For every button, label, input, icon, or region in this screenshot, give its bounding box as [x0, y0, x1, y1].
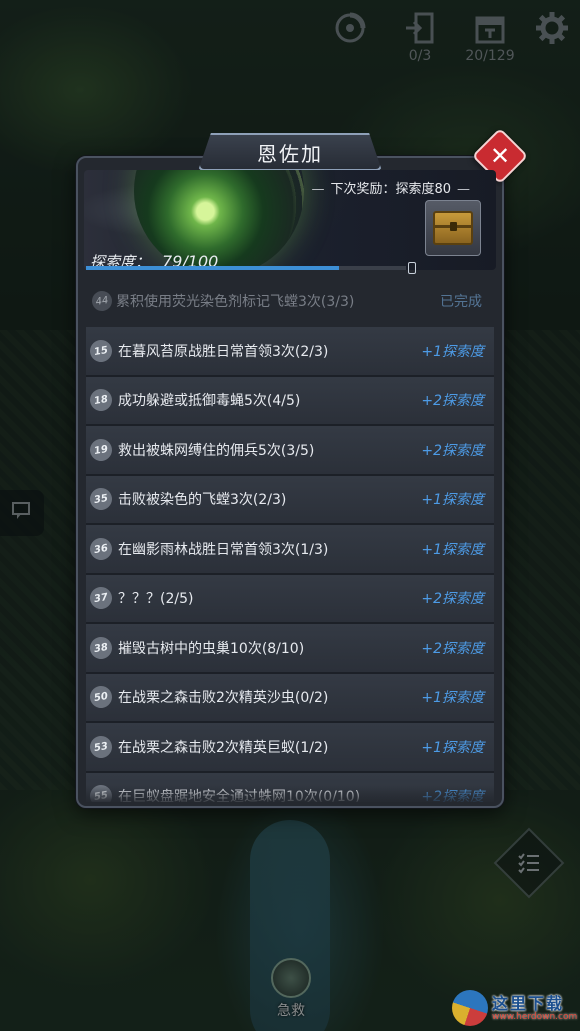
exploration-progress-bar [86, 266, 406, 270]
task-reward: +2探索度 [421, 640, 484, 657]
task-reward: +1探索度 [421, 541, 484, 558]
completed-status: 已完成 [440, 294, 482, 310]
task-row[interactable]: 53 在战栗之森击败2次精英巨蚁(1/2) +1探索度 [86, 723, 494, 773]
task-number-badge: 18 [88, 387, 114, 413]
task-number-badge: 36 [88, 536, 114, 562]
task-number-badge: 35 [88, 486, 114, 512]
task-row[interactable]: 36 在幽影雨林战胜日常首领3次(1/3) +1探索度 [86, 525, 494, 575]
task-number-badge: 15 [88, 338, 114, 364]
task-reward: +1探索度 [421, 690, 484, 707]
completed-task-row: 44 累积使用荧光染色剂标记飞螳3次(3/3) 已完成 [86, 282, 494, 320]
watermark-url: www.herdown.com [492, 1012, 578, 1022]
task-text: 击败被染色的飞螳3次(2/3) [118, 492, 287, 509]
task-reward: +2探索度 [421, 442, 484, 459]
dialog-title-tab: 恩佐加 [198, 133, 382, 171]
reward-chest-button[interactable] [425, 200, 481, 256]
task-text: 在战栗之森击败2次精英巨蚁(1/2) [118, 739, 329, 756]
task-text: 成功躲避或抵御毒蝇5次(4/5) [118, 393, 301, 410]
task-row[interactable]: 19 救出被蛛网缚住的佣兵5次(3/5) +2探索度 [86, 426, 494, 476]
completed-task-text: 累积使用荧光染色剂标记飞螳3次(3/3) [116, 294, 355, 310]
task-reward: +1探索度 [421, 492, 484, 509]
task-number-badge: 38 [88, 635, 114, 661]
progress-end-marker-icon [408, 262, 416, 274]
next-reward: — 下次奖励：探索度80— [311, 182, 470, 197]
close-icon: ✕ [489, 141, 511, 170]
task-text: 在暮风苔原战胜日常首领3次(2/3) [118, 343, 329, 360]
task-number-badge: 53 [88, 734, 114, 760]
task-number-badge: 37 [88, 585, 114, 611]
task-text: 摧毁古树中的虫巢10次(8/10) [118, 640, 305, 657]
task-row[interactable]: 15 在暮风苔原战胜日常首领3次(2/3) +1探索度 [86, 327, 494, 377]
task-row[interactable]: 37 ？？？(2/5) +2探索度 [86, 574, 494, 624]
next-reward-label: 下次奖励：探索度80 [330, 182, 451, 197]
task-row[interactable]: 18 成功躲避或抵御毒蝇5次(4/5) +2探索度 [86, 376, 494, 426]
task-list[interactable]: 15 在暮风苔原战胜日常首领3次(2/3) +1探索度 18 成功躲避或抵御毒蝇5次(4… [86, 327, 494, 802]
task-reward: +2探索度 [421, 393, 484, 410]
task-text: ？？？(2/5) [118, 591, 194, 608]
task-number-badge: 19 [88, 437, 114, 463]
task-reward: +2探索度 [421, 591, 484, 608]
task-row[interactable]: 50 在战栗之森击败2次精英沙虫(0/2) +1探索度 [86, 673, 494, 723]
task-text: 在幽影雨林战胜日常首领3次(1/3) [118, 541, 329, 558]
task-row[interactable]: 38 摧毁古树中的虫巢10次(8/10) +2探索度 [86, 624, 494, 674]
dialog-title: 恩佐加 [257, 141, 323, 166]
task-number-badge: 44 [90, 289, 114, 313]
task-text: 救出被蛛网缚住的佣兵5次(3/5) [118, 442, 315, 459]
site-watermark: 这里下载 www.herdown.com [452, 988, 578, 1028]
task-text: 在战栗之森击败2次精英沙虫(0/2) [118, 690, 329, 707]
treasure-chest-icon [433, 211, 473, 245]
watermark-logo-icon [452, 990, 488, 1026]
task-number-badge: 50 [88, 684, 114, 710]
task-reward: +1探索度 [421, 739, 484, 756]
exploration-progress-fill [86, 266, 339, 270]
task-list-fade [86, 786, 494, 804]
watermark-name: 这里下载 [492, 994, 565, 1013]
task-row[interactable]: 35 击败被染色的飞螳3次(2/3) +1探索度 [86, 475, 494, 525]
task-reward: +1探索度 [421, 343, 484, 360]
